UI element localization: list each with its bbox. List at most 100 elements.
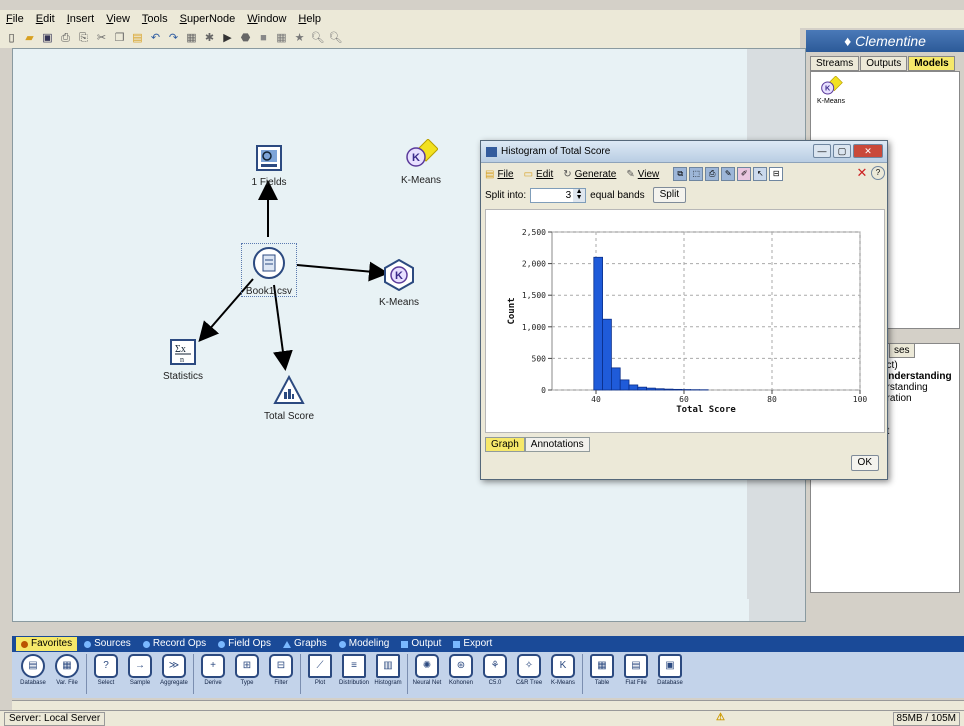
tab-favorites[interactable]: Favorites — [16, 637, 78, 651]
palette-node-kohonen[interactable]: ⊛ Kohonen — [444, 654, 478, 686]
project-item[interactable]: Understanding — [881, 371, 952, 382]
palette-node-flat-file[interactable]: ▤ Flat File — [619, 654, 653, 686]
menu-insert[interactable]: Insert — [67, 13, 95, 25]
copy-graph-icon[interactable]: ⧉ — [673, 167, 688, 181]
tab-graphs[interactable]: Graphs — [278, 637, 332, 651]
paste-icon[interactable]: ▤ — [130, 31, 145, 46]
help-icon[interactable]: ? — [871, 166, 885, 180]
print-icon[interactable]: ⎙ — [58, 31, 73, 46]
maximize-button[interactable]: ▢ — [833, 144, 851, 158]
pointer-icon[interactable]: ↖ — [753, 167, 768, 181]
model-item-kmeans[interactable]: K K-Means — [817, 75, 845, 105]
new-stream-icon[interactable]: ▯ — [4, 31, 19, 46]
favorite-icon[interactable]: ★ — [292, 31, 307, 46]
node-kmeans[interactable]: K K-Means — [369, 258, 429, 308]
open-icon[interactable]: ▰ — [22, 31, 37, 46]
project-item[interactable]: nt — [881, 426, 952, 437]
node-source-book1[interactable]: Book1.csv — [241, 243, 297, 297]
menu-view[interactable]: View — [106, 13, 130, 25]
palette-node-type[interactable]: ⊞ Type — [230, 654, 264, 686]
tab-streams[interactable]: Streams — [810, 56, 860, 71]
dialog-menu-view[interactable]: ✎ View — [626, 169, 659, 180]
palette-node-database[interactable]: ▣ Database — [653, 654, 687, 686]
histogram-plot[interactable]: 0 500 1,000 1,500 2,000 2,500 40 60 80 100 Total S… — [485, 209, 885, 433]
tab-models[interactable]: Models — [908, 56, 955, 71]
tab-outputs[interactable]: Outputs — [860, 56, 908, 71]
palette-node-var-file[interactable]: ▦ Var. File — [50, 654, 84, 686]
palette-node-derive[interactable]: + Derive — [196, 654, 230, 686]
warning-icon[interactable]: ⚠ — [716, 712, 725, 723]
split-bands-stepper[interactable]: 3 ▲ ▼ — [530, 187, 587, 203]
palette-node-c5-0[interactable]: ⚘ C5.0 — [478, 654, 512, 686]
close-output-icon[interactable]: ✕ — [855, 166, 869, 180]
undo-icon[interactable]: ↶ — [148, 31, 163, 46]
palette-node-distribution[interactable]: ≡ Distribution — [337, 654, 371, 686]
cut-icon[interactable]: ✂ — [94, 31, 109, 46]
tab-export[interactable]: Export — [448, 637, 497, 651]
tab-label: Modeling — [348, 638, 390, 649]
minimize-button[interactable]: — — [813, 144, 831, 158]
export-graph-icon[interactable]: ⬚ — [689, 167, 704, 181]
close-button[interactable]: ✕ — [853, 144, 883, 158]
tab-record-ops[interactable]: Record Ops — [138, 637, 211, 651]
node-fields[interactable]: 1 Fields — [239, 145, 299, 188]
palette-node-select[interactable]: ? Select — [89, 654, 123, 686]
menu-tools[interactable]: Tools — [142, 13, 168, 25]
palette-node-plot[interactable]: ⟋ Plot — [303, 654, 337, 686]
dialog-menu-generate[interactable]: ↻ Generate — [563, 169, 616, 180]
execute-selection-icon[interactable]: ⬣ — [238, 31, 253, 46]
node-statistics[interactable]: Σx n Statistics — [153, 339, 213, 382]
spinner-arrows-icon[interactable]: ▲ ▼ — [573, 188, 586, 202]
menu-supernode[interactable]: SuperNode — [180, 13, 236, 25]
edit-graph-icon[interactable]: ✎ — [721, 167, 736, 181]
stream-properties-icon[interactable]: ▦ — [184, 31, 199, 46]
execute-icon[interactable]: ▶ — [220, 31, 235, 46]
palette-node-database[interactable]: ▤ Database — [16, 654, 50, 686]
zoom-out-icon[interactable]: 🔍︎ — [328, 31, 343, 46]
output-icon — [401, 640, 409, 648]
y-tick-label: 1,500 — [522, 291, 546, 300]
menu-file[interactable]: File — [6, 13, 24, 25]
palette-node-sample[interactable]: → Sample — [123, 654, 157, 686]
palette-node-histogram[interactable]: ▥ Histogram — [371, 654, 405, 686]
x-tick-label: 40 — [591, 395, 601, 404]
ok-button[interactable]: OK — [850, 455, 879, 471]
node-kmeans-model[interactable]: K K-Means — [391, 138, 451, 186]
menu-edit[interactable]: Edit — [36, 13, 55, 25]
tab-sources[interactable]: Sources — [79, 637, 136, 651]
tab-modeling[interactable]: Modeling — [334, 637, 395, 651]
print-graph-icon[interactable]: ⎙ — [705, 167, 720, 181]
project-item[interactable]: ect) — [881, 360, 952, 371]
tab-classes[interactable]: ses — [889, 343, 915, 358]
palette-node-k-means[interactable]: K K-Means — [546, 654, 580, 686]
palette-node-table[interactable]: ▦ Table — [585, 654, 619, 686]
palette-node-aggregate[interactable]: ≫ Aggregate — [157, 654, 191, 686]
zoom-in-icon[interactable]: 🔍︎ — [310, 31, 325, 46]
copy-icon[interactable]: ❐ — [112, 31, 127, 46]
menu-help[interactable]: Help — [298, 13, 321, 25]
tab-output[interactable]: Output — [396, 637, 446, 651]
palette-scrollbar[interactable] — [12, 700, 964, 710]
palette-node-neural-net[interactable]: ✺ Neural Net — [410, 654, 444, 686]
print-preview-icon[interactable]: ⎘ — [76, 31, 91, 46]
split-button[interactable]: Split — [652, 187, 687, 203]
redo-icon[interactable]: ↷ — [166, 31, 181, 46]
stop-icon[interactable]: ■ — [256, 31, 271, 46]
dialog-menu-edit[interactable]: ▭ Edit — [524, 169, 554, 180]
tab-field-ops[interactable]: Field Ops — [213, 637, 276, 651]
supernode-icon[interactable]: ✱ — [202, 31, 217, 46]
band-tool-icon[interactable]: ⊟ — [769, 167, 784, 181]
brush-icon[interactable]: ✐ — [737, 167, 752, 181]
project-item[interactable]: erstanding — [881, 382, 952, 393]
dialog-title-bar[interactable]: Histogram of Total Score — ▢ ✕ — [481, 141, 887, 163]
save-icon[interactable]: ▣ — [40, 31, 55, 46]
tab-annotations[interactable]: Annotations — [524, 437, 590, 452]
palette-node-filter[interactable]: ⊟ Filter — [264, 654, 298, 686]
project-item[interactable]: aration — [881, 393, 952, 404]
node-total-score[interactable]: Total Score — [259, 374, 319, 422]
grid-icon[interactable]: ▦ — [274, 31, 289, 46]
dialog-menu-file[interactable]: ▤ File — [485, 169, 514, 180]
tab-graph[interactable]: Graph — [485, 437, 525, 452]
palette-node-c-r-tree[interactable]: ✧ C&R Tree — [512, 654, 546, 686]
menu-window[interactable]: Window — [247, 13, 286, 25]
